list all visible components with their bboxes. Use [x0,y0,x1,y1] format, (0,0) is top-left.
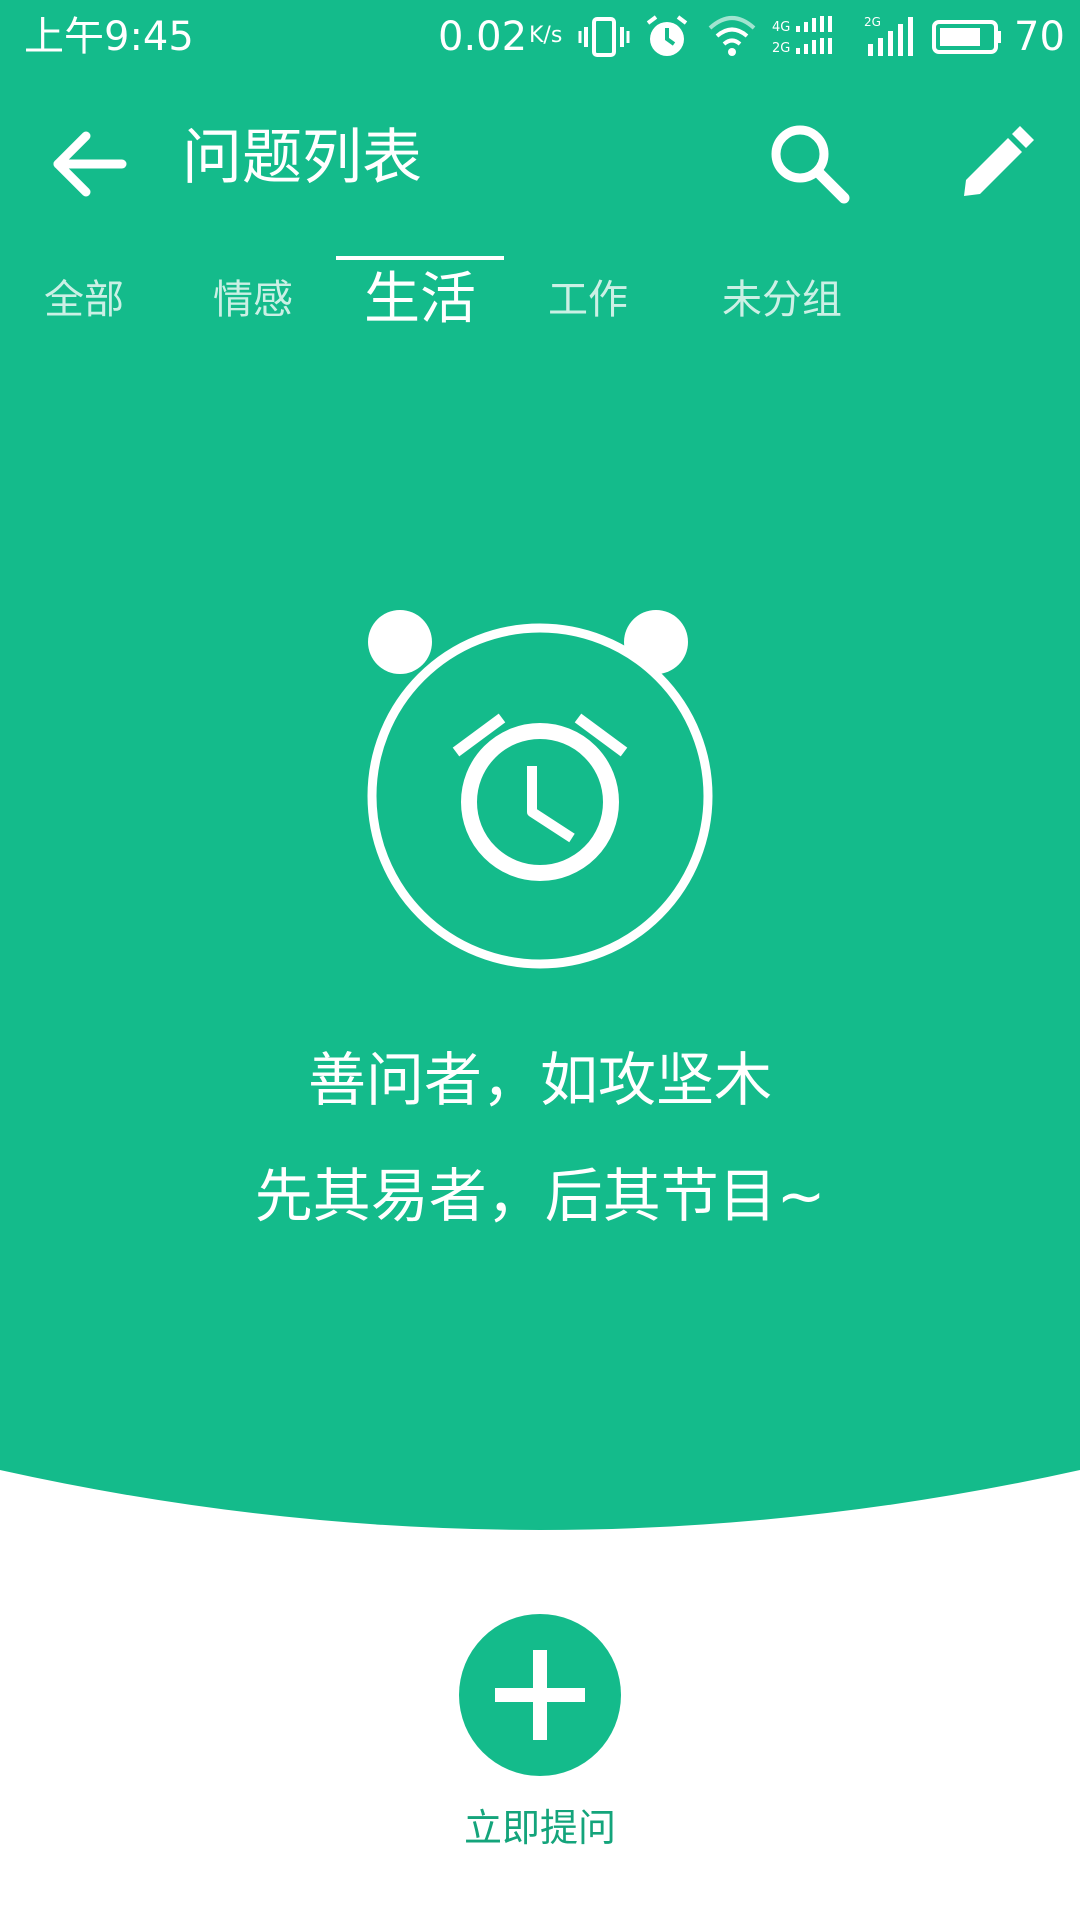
category-tabs: 全部 情感 生活 工作 未分组 [0,246,1080,346]
network-speed-unit: K/s [529,23,563,48]
status-time: 上午9:45 [24,14,194,60]
pencil-icon [964,126,1034,196]
signal-2g-icon: 2G [864,15,913,56]
alarm-icon [646,15,688,56]
tab-emotion[interactable]: 情感 [213,270,293,330]
curved-divider [0,1470,1080,1550]
svg-text:2G: 2G [864,15,881,29]
vibrate-icon [578,17,630,57]
svg-text:2G: 2G [772,41,790,56]
empty-message-line-1: 善问者，如攻坚木 [307,1046,772,1114]
tab-life[interactable]: 生活 [364,262,476,338]
screen: 上午9:45 0.02 K/s 4G 2G 2G 70 问题列表 全部 情感 生… [0,0,1080,1920]
ask-question-button[interactable] [459,1614,621,1776]
search-icon [771,125,850,204]
plus-icon [495,1650,585,1740]
ask-question-label[interactable]: 立即提问 [0,1800,1080,1856]
tab-ungrouped[interactable]: 未分组 [722,270,842,330]
wifi-icon [708,16,756,56]
back-button[interactable] [40,116,136,212]
tab-work[interactable]: 工作 [548,270,628,330]
arrow-left-icon [53,131,127,197]
tab-indicator [336,256,504,260]
network-speed: 0.02 [438,14,528,60]
empty-message-line-2: 先其易者，后其节目~ [254,1162,826,1230]
app-bar: 问题列表 [0,74,1080,244]
signal-4g-2g-icon: 4G 2G [772,16,832,56]
svg-text:4G: 4G [772,20,790,35]
battery-icon [932,20,1001,54]
search-button[interactable] [760,114,860,214]
battery-level: 70 [1014,14,1065,60]
alarm-clock-icon [367,610,713,969]
edit-button[interactable] [944,114,1044,214]
tab-all[interactable]: 全部 [44,270,124,330]
page-title: 问题列表 [182,123,422,193]
status-bar: 上午9:45 0.02 K/s 4G 2G 2G 70 [0,0,1080,74]
